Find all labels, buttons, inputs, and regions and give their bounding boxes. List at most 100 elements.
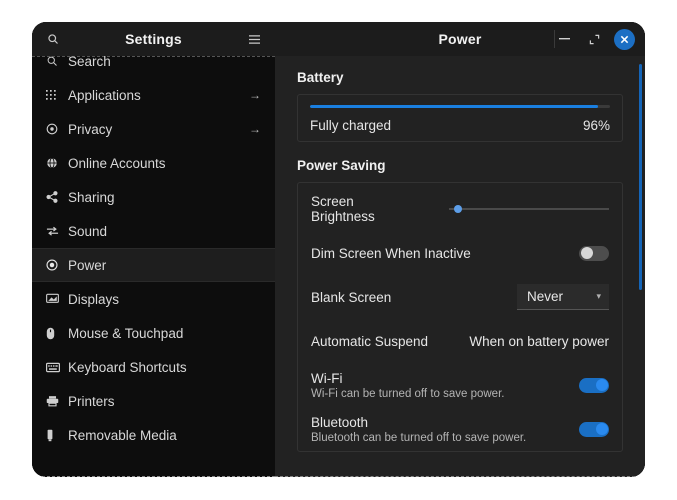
sidebar-item-label: Mouse & Touchpad [68,325,184,341]
blank-screen-label: Blank Screen [311,289,392,305]
blank-screen-select[interactable]: Never ▾ [517,284,609,310]
target-icon [46,123,64,135]
automatic-suspend-value: When on battery power [469,333,609,349]
content-inner: Battery Fully charged 96% Power Saving S… [275,56,645,452]
content-panel: Battery Fully charged 96% Power Saving S… [275,56,645,477]
screen: Settings Power Search Applications → Pri… [0,0,677,500]
battery-progress-bar [310,105,610,108]
sidebar-item-label: Printers [68,393,115,409]
wifi-description: Wi-Fi can be turned off to save power. [311,387,505,400]
blank-screen-right: Never ▾ [517,284,609,310]
sidebar-item-label: Privacy [68,121,113,137]
slider-thumb[interactable] [453,205,462,213]
toggle-knob [595,379,608,391]
automatic-suspend-label: Automatic Suspend [311,333,429,349]
globe-icon [46,157,64,169]
chevron-right-icon: → [249,122,261,136]
sidebar-item-mouse-touchpad[interactable]: Mouse & Touchpad [32,316,275,350]
row-blank-screen: Blank Screen Never ▾ [298,275,622,319]
content-scrollbar[interactable] [639,64,642,290]
titlebar-sidebar-section: Settings [32,22,275,56]
sidebar-item-label: Applications [68,87,141,103]
automatic-suspend-right: When on battery power [469,334,609,349]
screen-brightness-slider[interactable] [449,202,609,216]
sidebar-title: Settings [125,31,182,47]
bluetooth-label: Bluetooth [311,414,369,430]
sidebar-item-applications[interactable]: Applications → [32,78,275,112]
bluetooth-right [579,421,609,437]
sound-icon [46,225,64,237]
battery-progress-fill [310,105,598,108]
row-automatic-suspend[interactable]: Automatic Suspend When on battery power [298,319,622,363]
window-controls [554,22,635,56]
search-icon[interactable] [44,30,62,48]
dim-screen-label: Dim Screen When Inactive [311,245,471,261]
slider-track [449,208,609,210]
sidebar-item-label: Removable Media [68,427,177,443]
sidebar-item-keyboard-shortcuts[interactable]: Keyboard Shortcuts [32,350,275,384]
sidebar-item-label: Keyboard Shortcuts [68,359,187,375]
sidebar-item-sharing[interactable]: Sharing [32,180,275,214]
sidebar: Search Applications → Privacy → Online Accoun… [32,56,275,477]
hamburger-icon[interactable] [245,30,263,48]
sidebar-list: Search Applications → Privacy → Online Accoun… [32,56,275,452]
sidebar-item-removable-media[interactable]: Removable Media [32,418,275,452]
chevron-right-icon: → [249,88,261,102]
power-saving-card: Screen Brightness Dim Screen When Inacti… [297,182,623,452]
sidebar-item-label: Sharing [68,189,115,205]
sidebar-item-online-accounts[interactable]: Online Accounts [32,146,275,180]
settings-window: Settings Power Search Applications → Pri… [32,22,645,477]
maximize-button[interactable] [584,29,604,49]
minimize-button[interactable] [554,29,574,49]
toggle-knob [595,423,608,435]
row-wifi: Wi-Fi Wi-Fi can be turned off to save po… [298,363,622,407]
row-bluetooth: Bluetooth Bluetooth can be turned off to… [298,407,622,451]
dim-screen-toggle[interactable] [579,245,609,261]
printer-icon [46,395,64,407]
bluetooth-toggle[interactable] [579,421,609,437]
sidebar-item-search[interactable]: Search [32,56,275,78]
sidebar-item-displays[interactable]: Displays [32,282,275,316]
sidebar-item-printers[interactable]: Printers [32,384,275,418]
titlebar-content-section: Power [275,22,645,56]
share-icon [46,191,64,203]
sidebar-item-privacy[interactable]: Privacy → [32,112,275,146]
usb-icon [46,429,64,442]
row-screen-brightness: Screen Brightness [298,187,622,231]
battery-percent-label: 96% [582,118,610,133]
dim-screen-right [579,245,609,261]
power-icon [46,259,64,271]
sidebar-item-power[interactable]: Power [32,248,275,282]
wifi-label: Wi-Fi [311,370,343,386]
sidebar-item-sound[interactable]: Sound [32,214,275,248]
blank-screen-value: Never [527,289,564,304]
display-icon [46,293,64,305]
grid-icon [46,89,64,101]
mouse-icon [46,327,64,340]
row-dim-screen: Dim Screen When Inactive [298,231,622,275]
bluetooth-text: Bluetooth Bluetooth can be turned off to… [311,415,526,444]
sidebar-item-label: Power [68,257,107,273]
screen-brightness-label: Screen Brightness [311,194,375,224]
battery-status-row: Fully charged 96% [310,118,610,133]
sidebar-item-label: Displays [68,291,120,307]
wifi-toggle[interactable] [579,377,609,393]
search-icon [46,56,64,67]
power-saving-section-title: Power Saving [297,158,386,173]
window-body: Search Applications → Privacy → Online Accoun… [32,56,645,477]
toggle-knob [580,247,593,259]
sidebar-item-label: Sound [68,223,108,239]
bluetooth-description: Bluetooth can be turned off to save powe… [311,431,527,444]
content-clip-line-bottom [275,476,645,477]
wifi-text: Wi-Fi Wi-Fi can be turned off to save po… [311,371,504,400]
battery-status-label: Fully charged [310,118,392,133]
battery-card: Fully charged 96% [297,94,623,142]
chevron-down-icon: ▾ [596,291,601,301]
window-titlebar: Settings Power [32,22,645,56]
close-button[interactable] [614,28,635,50]
sidebar-clip-line-bottom [32,476,275,477]
battery-section-title: Battery [297,70,344,85]
sidebar-item-label: Online Accounts [68,155,166,171]
sidebar-item-label: Search [68,56,111,69]
